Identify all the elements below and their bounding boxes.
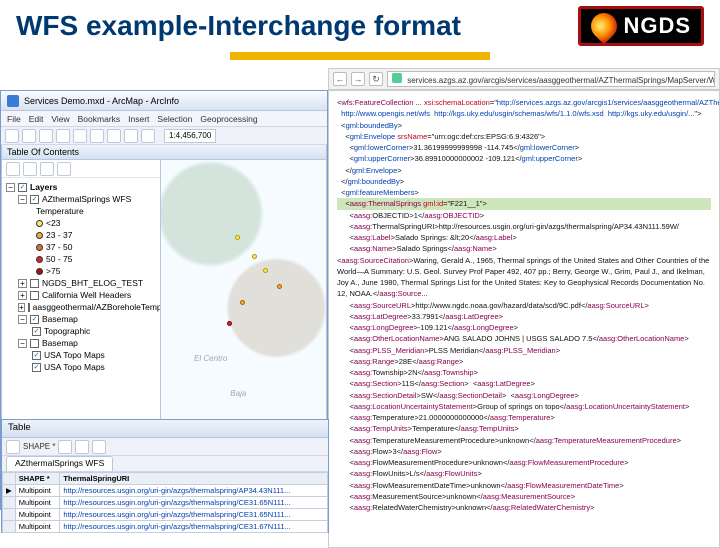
expand-icon[interactable]: + bbox=[18, 291, 27, 300]
tbtn-print[interactable] bbox=[56, 129, 70, 143]
reload-button[interactable]: ↻ bbox=[369, 72, 383, 86]
arcmap-title-text: Services Demo.mxd - ArcMap - ArcInfo bbox=[24, 96, 179, 106]
group-basemap[interactable]: Basemap bbox=[42, 314, 78, 324]
menu-geoprocessing[interactable]: Geoprocessing bbox=[200, 114, 257, 124]
table-tool3[interactable] bbox=[92, 440, 106, 454]
symbol-dot bbox=[36, 268, 43, 275]
toc-list-by-drawing[interactable] bbox=[6, 162, 20, 176]
back-button[interactable]: ← bbox=[333, 72, 347, 86]
col-shape[interactable]: SHAPE * bbox=[15, 473, 60, 485]
symbol-dot bbox=[36, 256, 43, 263]
accent-bar bbox=[230, 52, 490, 60]
layer-topo[interactable]: Topographic bbox=[44, 326, 90, 336]
flame-icon bbox=[586, 8, 623, 45]
toc-panel: −✓Layers −✓AZthermalSprings WFS Temperat… bbox=[1, 160, 161, 430]
toolbar: 1:4,456,700 bbox=[1, 127, 327, 145]
symbol-dot bbox=[36, 232, 43, 239]
checkbox[interactable]: ✓ bbox=[30, 195, 39, 204]
toc-list-by-selection[interactable] bbox=[57, 162, 71, 176]
menu-selection[interactable]: Selection bbox=[157, 114, 192, 124]
checkbox[interactable] bbox=[30, 291, 39, 300]
url-text: services.azgs.az.gov/arcgis/services/aas… bbox=[407, 76, 715, 85]
checkbox[interactable] bbox=[30, 339, 39, 348]
table-row[interactable]: Multipointhttp://resources.usgin.org/uri… bbox=[3, 521, 328, 533]
col-select bbox=[3, 473, 16, 485]
checkbox[interactable] bbox=[30, 279, 39, 288]
xml-response: <wfs:FeatureCollection ... xsi:schemaLoc… bbox=[328, 90, 720, 548]
table-row[interactable]: Multipointhttp://resources.usgin.org/uri… bbox=[3, 509, 328, 521]
arcmap-icon bbox=[7, 95, 19, 107]
layer-azthermal[interactable]: AZthermalSprings WFS bbox=[42, 194, 131, 204]
menu-view[interactable]: View bbox=[51, 114, 69, 124]
layer-borehole[interactable]: aasggeothermal/AZBoreholeTemperat bbox=[33, 302, 161, 312]
expand-icon[interactable]: − bbox=[18, 195, 27, 204]
class-3: 37 - 50 bbox=[46, 242, 72, 252]
tbtn-undo[interactable] bbox=[124, 129, 138, 143]
expand-icon[interactable]: − bbox=[18, 339, 27, 348]
expand-icon[interactable]: − bbox=[18, 315, 27, 324]
logo-text: NGDS bbox=[623, 13, 691, 39]
tbtn-paste[interactable] bbox=[107, 129, 121, 143]
field-temperature: Temperature bbox=[36, 206, 84, 216]
menu-bookmarks[interactable]: Bookmarks bbox=[78, 114, 121, 124]
checkbox[interactable]: ✓ bbox=[32, 351, 41, 360]
checkbox[interactable]: ✓ bbox=[32, 363, 41, 372]
layer-bht[interactable]: NGDS_BHT_ELOG_TEST bbox=[42, 278, 143, 288]
class-4: 50 - 75 bbox=[46, 254, 72, 264]
checkbox[interactable] bbox=[28, 303, 30, 312]
toc-list-by-source[interactable] bbox=[23, 162, 37, 176]
expand-icon[interactable]: − bbox=[6, 183, 15, 192]
forward-button[interactable]: → bbox=[351, 72, 365, 86]
col-uri[interactable]: ThermalSpringURI bbox=[60, 473, 328, 485]
class-2: 23 - 37 bbox=[46, 230, 72, 240]
symbol-dot bbox=[36, 220, 43, 227]
table-row[interactable]: ▶Multipointhttp://resources.usgin.org/ur… bbox=[3, 485, 328, 497]
menubar[interactable]: File Edit View Bookmarks Insert Selectio… bbox=[1, 111, 327, 127]
menu-edit[interactable]: Edit bbox=[29, 114, 44, 124]
checkbox[interactable]: ✓ bbox=[32, 327, 41, 336]
expand-icon[interactable]: + bbox=[18, 279, 27, 288]
table-row[interactable]: Multipointhttp://resources.usgin.org/uri… bbox=[3, 497, 328, 509]
class-5: >75 bbox=[46, 266, 60, 276]
share-label: SHAPE * bbox=[23, 442, 55, 451]
toc-title: Table Of Contents bbox=[1, 145, 327, 160]
tbtn-save[interactable] bbox=[39, 129, 53, 143]
table-tool1[interactable] bbox=[58, 440, 72, 454]
class-1: <23 bbox=[46, 218, 60, 228]
toc-root[interactable]: Layers bbox=[30, 182, 57, 192]
map-label-elcentro: El Centro bbox=[194, 354, 227, 363]
menu-file[interactable]: File bbox=[7, 114, 21, 124]
checkbox[interactable]: ✓ bbox=[30, 315, 39, 324]
table-title: Table bbox=[2, 420, 328, 438]
browser-url-bar: ← → ↻ services.azgs.az.gov/arcgis/servic… bbox=[328, 68, 720, 90]
symbol-dot bbox=[36, 244, 43, 251]
tbtn-cut[interactable] bbox=[73, 129, 87, 143]
checkbox[interactable]: ✓ bbox=[18, 183, 27, 192]
page-title: WFS example-Interchange format bbox=[16, 11, 461, 41]
tbtn-open[interactable] bbox=[22, 129, 36, 143]
table-tab[interactable]: AZthermalSprings WFS bbox=[6, 456, 113, 471]
layer-usa-topo2[interactable]: USA Topo Maps bbox=[44, 362, 105, 372]
map-view[interactable]: Baja El Centro bbox=[161, 160, 327, 430]
toc-list-by-visibility[interactable] bbox=[40, 162, 54, 176]
layer-ca-wells[interactable]: California Well Headers bbox=[42, 290, 131, 300]
expand-icon[interactable]: + bbox=[18, 303, 25, 312]
tbtn-new[interactable] bbox=[5, 129, 19, 143]
tbtn-copy[interactable] bbox=[90, 129, 104, 143]
tbtn-add[interactable] bbox=[141, 129, 155, 143]
attribute-table: Table SHAPE * AZthermalSprings WFS SHAPE… bbox=[1, 419, 329, 533]
url-input[interactable]: services.azgs.az.gov/arcgis/services/aas… bbox=[387, 71, 715, 87]
group-basemap2[interactable]: Basemap bbox=[42, 338, 78, 348]
table-options[interactable] bbox=[6, 440, 20, 454]
scale-field[interactable]: 1:4,456,700 bbox=[164, 129, 216, 143]
layer-usa-topo[interactable]: USA Topo Maps bbox=[44, 350, 105, 360]
menu-insert[interactable]: Insert bbox=[128, 114, 149, 124]
arcmap-window: Services Demo.mxd - ArcMap - ArcInfo Fil… bbox=[0, 90, 328, 510]
arcmap-titlebar: Services Demo.mxd - ArcMap - ArcInfo bbox=[1, 91, 327, 111]
map-label-baja: Baja bbox=[230, 389, 246, 398]
ngds-logo: NGDS bbox=[578, 6, 704, 46]
site-icon bbox=[392, 73, 402, 83]
attribute-grid[interactable]: SHAPE * ThermalSpringURI ▶Multipointhttp… bbox=[2, 472, 328, 533]
table-tool2[interactable] bbox=[75, 440, 89, 454]
